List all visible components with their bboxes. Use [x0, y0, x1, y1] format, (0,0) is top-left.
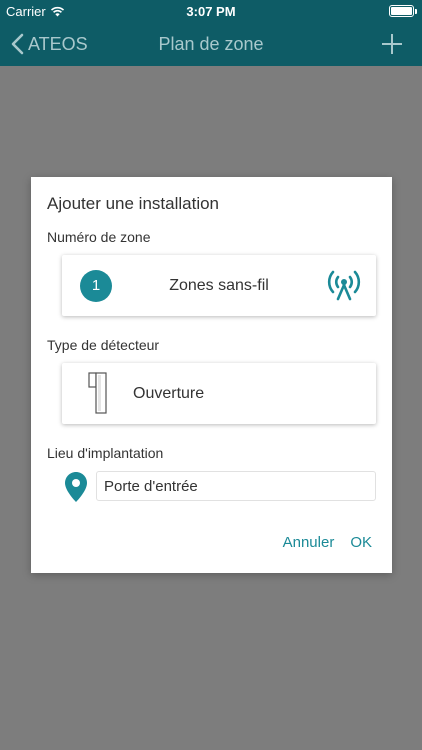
dialog-actions: Annuler OK [283, 534, 372, 551]
detector-type-label: Type de détecteur [47, 337, 160, 353]
detector-type-name: Ouverture [133, 385, 205, 402]
status-time: 3:07 PM [186, 4, 236, 19]
status-bar: Carrier 3:07 PM [0, 0, 422, 22]
location-pin-icon [65, 472, 87, 502]
plus-icon[interactable] [376, 28, 408, 60]
zone-number-label: Numéro de zone [47, 229, 151, 245]
detector-type-selector[interactable]: Ouverture [62, 363, 376, 424]
ok-button[interactable]: OK [350, 534, 372, 551]
location-input[interactable] [96, 471, 376, 501]
wireless-signal-icon [327, 270, 361, 301]
navigation-bar: ATEOS Plan de zone [0, 22, 422, 66]
battery-icon [389, 5, 417, 17]
page-title: Plan de zone [158, 34, 264, 54]
zone-selector[interactable]: 1 Zones sans-fil [62, 255, 376, 316]
dialog-title: Ajouter une installation [47, 194, 220, 213]
add-installation-dialog: Ajouter une installation Numéro de zone … [31, 177, 392, 573]
cancel-button[interactable]: Annuler [283, 534, 335, 551]
location-label: Lieu d'implantation [47, 445, 164, 461]
door-sensor-icon [88, 372, 107, 414]
